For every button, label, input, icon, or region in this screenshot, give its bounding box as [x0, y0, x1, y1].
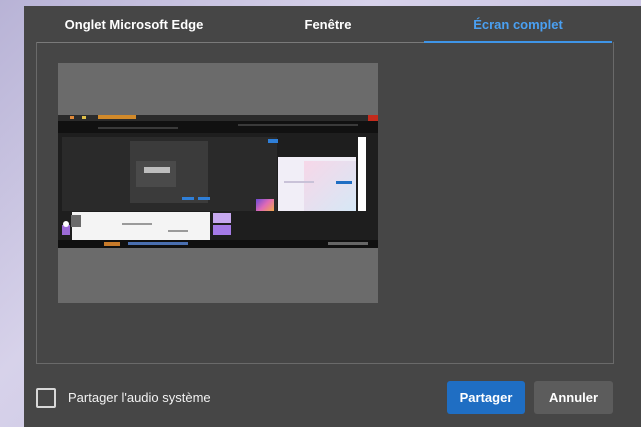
share-audio-checkbox[interactable] — [36, 388, 56, 408]
tab-full-screen[interactable]: Écran complet — [424, 6, 612, 43]
preview-area — [36, 42, 614, 364]
screen-thumbnail[interactable] — [58, 63, 378, 303]
tab-bar: Onglet Microsoft Edge Fenêtre Écran comp… — [36, 6, 612, 43]
cancel-button[interactable]: Annuler — [534, 381, 613, 414]
screen-preview-image — [58, 115, 378, 248]
screen-share-dialog: Onglet Microsoft Edge Fenêtre Écran comp… — [24, 6, 641, 427]
share-audio-label: Partager l'audio système — [68, 390, 211, 405]
tab-window[interactable]: Fenêtre — [232, 6, 424, 42]
share-button[interactable]: Partager — [447, 381, 525, 414]
tab-edge-tab[interactable]: Onglet Microsoft Edge — [36, 6, 232, 42]
